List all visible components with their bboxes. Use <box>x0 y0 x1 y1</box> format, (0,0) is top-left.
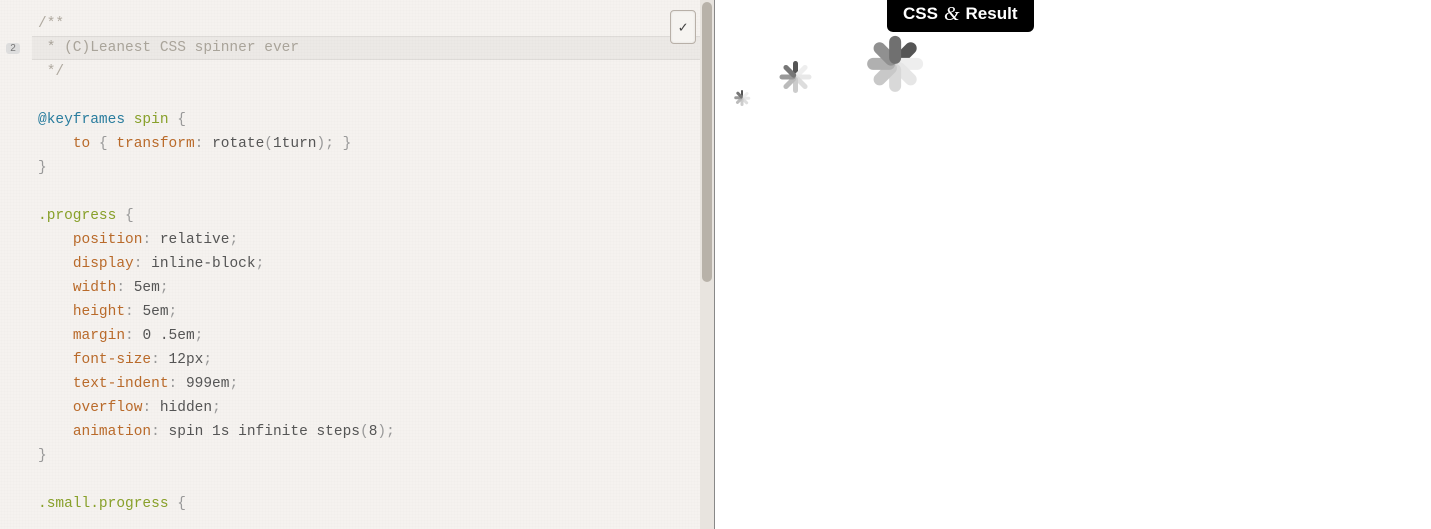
pane-label-badge: CSS & Result <box>887 0 1034 32</box>
lint-marker[interactable]: 2 <box>6 43 20 54</box>
scroll-thumb[interactable] <box>702 2 712 282</box>
editor-scrollbar[interactable] <box>700 0 714 529</box>
spinner-medium <box>765 61 825 121</box>
css-editor-pane[interactable]: 2 /** * (C)Leanest CSS spinner ever */ @… <box>0 0 715 529</box>
tab-result-label: Result <box>966 4 1018 24</box>
check-icon: ✓ <box>678 18 687 37</box>
css-code[interactable]: /** * (C)Leanest CSS spinner ever */ @ke… <box>26 0 714 529</box>
tab-css-label: CSS <box>903 4 938 24</box>
ampersand-icon: & <box>944 6 960 22</box>
spinners-preview <box>727 30 929 126</box>
editor-gutter: 2 <box>0 0 26 529</box>
spinner-small <box>727 90 757 120</box>
result-pane: CSS & Result <box>715 0 1431 529</box>
spinner-large-1 <box>813 10 949 146</box>
validate-button[interactable]: ✓ <box>670 10 696 44</box>
